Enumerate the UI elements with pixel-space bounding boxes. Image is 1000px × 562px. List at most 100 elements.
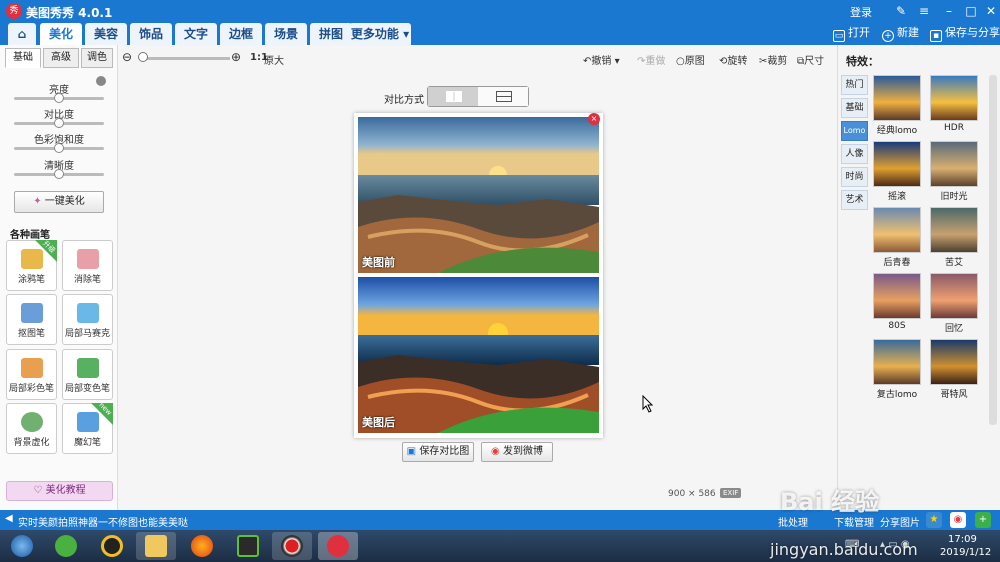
contrast-slider[interactable] xyxy=(14,118,104,128)
slider-knob[interactable] xyxy=(54,143,64,153)
brush-local-color[interactable]: 局部彩色笔 xyxy=(6,349,57,400)
zoom-slider[interactable] xyxy=(142,57,230,60)
brush-local-recolor[interactable]: 局部变色笔 xyxy=(62,349,113,400)
effect-vintage-lomo[interactable]: 复古lomo xyxy=(873,339,921,400)
original-size-button[interactable]: 原大 xyxy=(264,52,284,67)
brush-magic[interactable]: 魔幻笔 new xyxy=(62,401,113,454)
sharpness-slider[interactable] xyxy=(14,169,104,179)
taskbar-explorer[interactable] xyxy=(136,532,176,560)
brush-background-blur[interactable]: 背景虚化 xyxy=(6,403,57,454)
zoom-in-icon[interactable]: ⊕ xyxy=(231,50,241,64)
category-fashion[interactable]: 时尚 xyxy=(841,167,868,187)
tab-scenes[interactable]: 场景 xyxy=(265,23,307,45)
tab-beautify[interactable]: 美化 xyxy=(40,23,82,45)
category-hot[interactable]: 热门 xyxy=(841,75,868,95)
browser-icon xyxy=(55,535,77,557)
skin-icon[interactable]: ✎ xyxy=(892,2,910,20)
category-art[interactable]: 艺术 xyxy=(841,190,868,210)
brush-cutout[interactable]: 抠图笔 xyxy=(6,294,57,345)
zoom-out-icon[interactable]: ⊖ xyxy=(122,50,132,64)
effect-youth[interactable]: 后青春 xyxy=(873,207,921,268)
minimize-icon[interactable]: – xyxy=(940,2,958,20)
add-icon[interactable]: + xyxy=(975,512,991,528)
magic-icon: ✦ xyxy=(33,196,45,207)
brightness-slider[interactable] xyxy=(14,93,104,103)
slider-knob[interactable] xyxy=(54,118,64,128)
taskbar-browser[interactable] xyxy=(46,532,86,560)
close-icon[interactable]: ✕ xyxy=(982,2,1000,20)
subtab-color[interactable]: 调色 xyxy=(81,48,113,68)
tutorial-button[interactable]: ♡ 美化教程 xyxy=(6,481,113,501)
maximize-icon[interactable]: □ xyxy=(962,2,980,20)
close-compare-icon[interactable]: × xyxy=(588,113,600,125)
tab-text[interactable]: 文字 xyxy=(175,23,217,45)
send-weibo-label: 发到微博 xyxy=(502,446,543,457)
effect-hdr[interactable]: HDR xyxy=(930,75,978,133)
save-compare-label: 保存对比图 xyxy=(419,446,470,457)
home-button[interactable]: ⌂ xyxy=(8,23,36,45)
saturation-slider[interactable] xyxy=(14,143,104,153)
weibo-status-icon[interactable]: ◉ xyxy=(950,512,966,528)
brush-mosaic[interactable]: 局部马赛克 xyxy=(62,294,113,345)
tab-beauty[interactable]: 美容 xyxy=(85,23,127,45)
effect-absinthe[interactable]: 苦艾 xyxy=(930,207,978,268)
crop-button[interactable]: ✂裁剪 xyxy=(759,52,787,67)
rotate-button[interactable]: ⟲旋转 xyxy=(719,52,747,67)
effect-memories[interactable]: 回忆 xyxy=(930,273,978,334)
split-horizontal-icon xyxy=(496,91,512,102)
effect-80s[interactable]: 80S xyxy=(873,273,921,331)
brush-eraser[interactable]: 消除笔 xyxy=(62,240,113,291)
taskbar-recorder[interactable] xyxy=(272,532,312,560)
one-click-beautify-button[interactable]: ✦ 一键美化 xyxy=(14,191,104,213)
taskbar-media[interactable] xyxy=(228,532,268,560)
tab-borders[interactable]: 边框 xyxy=(220,23,262,45)
effects-scrollbar[interactable] xyxy=(989,75,997,425)
undo-button[interactable]: ↶撤销 ▾ xyxy=(583,52,620,67)
clock-date[interactable]: 2019/1/12 xyxy=(940,547,991,558)
circle-icon: ○ xyxy=(676,56,685,67)
taskbar-firefox[interactable] xyxy=(182,532,222,560)
main-tab-bar: ⌂ 美化 美容 饰品 文字 边框 场景 拼图 更多功能 ▾ ▭ 打开 + 新建 ▪ 保… xyxy=(0,22,1000,45)
clock-time[interactable]: 17:09 xyxy=(948,534,977,545)
send-weibo-button[interactable]: ◉ 发到微博 xyxy=(481,442,553,462)
resize-button[interactable]: ⧉尺寸 xyxy=(797,52,824,67)
effect-label: 哥特风 xyxy=(940,390,968,400)
effect-gothic[interactable]: 哥特风 xyxy=(930,339,978,400)
save-icon: ▪ xyxy=(930,30,942,42)
subtab-basic[interactable]: 基础 xyxy=(5,48,41,68)
redo-button[interactable]: ↷重做 xyxy=(637,52,665,67)
brush-doodle[interactable]: 涂鸦笔 升级 xyxy=(6,239,57,291)
taskbar-meitu[interactable] xyxy=(318,532,358,560)
tab-collage[interactable]: 拼图 xyxy=(310,23,352,45)
login-link[interactable]: 登录 xyxy=(850,4,872,20)
status-message[interactable]: 实时美颜拍照神器一不修图也能美美哒 xyxy=(18,514,188,529)
folder-icon: ▭ xyxy=(833,30,845,42)
slider-knob[interactable] xyxy=(54,93,64,103)
compare-mode-label: 对比方式 xyxy=(384,95,424,106)
category-portrait[interactable]: 人像 xyxy=(841,144,868,164)
exif-button[interactable]: EXIF xyxy=(720,488,742,498)
slider-knob[interactable] xyxy=(54,169,64,179)
effect-old-times[interactable]: 旧时光 xyxy=(930,141,978,202)
menu-icon[interactable]: ≡ xyxy=(915,2,933,20)
save-compare-button[interactable]: ▣ 保存对比图 xyxy=(402,442,474,462)
compare-top-bottom-button[interactable] xyxy=(478,87,528,106)
subtab-advanced[interactable]: 高级 xyxy=(43,48,79,68)
tab-more[interactable]: 更多功能 ▾ xyxy=(349,23,411,45)
share-link[interactable]: 分享图片 xyxy=(880,514,920,529)
open-button[interactable]: ▭ 打开 xyxy=(833,25,870,42)
compare-side-by-side-button[interactable] xyxy=(428,87,478,106)
new-button[interactable]: + 新建 xyxy=(882,25,919,42)
tab-decorations[interactable]: 饰品 xyxy=(130,23,172,45)
category-basic[interactable]: 基础 xyxy=(841,98,868,118)
zoom-slider-knob[interactable] xyxy=(138,52,148,62)
start-button[interactable] xyxy=(2,532,42,560)
category-lomo[interactable]: Lomo xyxy=(841,121,868,141)
star-icon[interactable]: ★ xyxy=(926,512,942,528)
original-image-button[interactable]: ○原图 xyxy=(676,52,705,67)
save-share-button[interactable]: ▪ 保存与分享 xyxy=(930,25,1000,42)
effect-thumb xyxy=(873,273,921,319)
taskbar-qq[interactable] xyxy=(92,532,132,560)
effect-classic-lomo[interactable]: 经典lomo xyxy=(873,75,921,136)
effect-rock[interactable]: 摇滚 xyxy=(873,141,921,202)
